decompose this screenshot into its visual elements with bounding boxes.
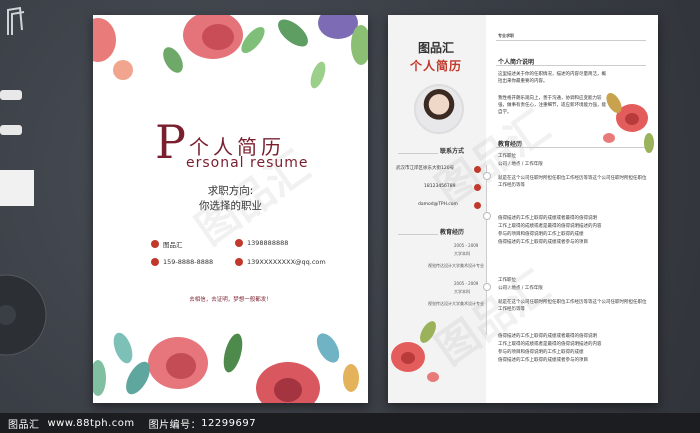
- resume-page: 图品汇 图品汇 图品汇 个人简历 联系方式 武汉市江岸区徐东大街120号 181…: [388, 15, 658, 403]
- job-title: 工作职位: [498, 154, 516, 159]
- title-initial: P: [155, 115, 186, 169]
- business-card: [0, 170, 34, 206]
- top-tag: 专业求职: [498, 33, 514, 38]
- job-company: 公司 / 地点 / 工作年限: [498, 162, 543, 167]
- eraser-icon: [0, 90, 22, 100]
- edu-years: 2005 - 2009: [454, 281, 479, 286]
- eraser-icon: [0, 125, 22, 135]
- timeline-dot: [483, 283, 491, 291]
- footer-url: www.88tph.com: [47, 417, 135, 429]
- contact-email: damod@TPH.com: [418, 202, 458, 207]
- job-company: 公司 / 地点 / 工作年限: [498, 286, 543, 291]
- timeline-dot: [483, 172, 491, 180]
- resume-title: 个人简历: [410, 59, 463, 73]
- info-email: 139XXXXXXXX@qq.com: [235, 258, 326, 266]
- contact-phone: 18123456789: [424, 184, 456, 189]
- desk-props: [0, 6, 47, 356]
- timeline-line: [486, 165, 487, 335]
- binder-clip-icon: [7, 6, 25, 35]
- objective-label: 求职方向:: [207, 185, 254, 197]
- job-desc: 就是在这个公司任职时所担任职位工作经历等等这个公司任职时所担任职位工作经历等等: [498, 300, 647, 313]
- floral-bottom-decoration: [93, 332, 359, 403]
- edu-major: 视觉传达设计大学美术设计专业: [428, 263, 484, 268]
- job-bullet: 值得描述的工作上取得的成绩或者最得的值得说明: [498, 334, 597, 339]
- edu-years: 2005 - 2009: [454, 243, 479, 248]
- job-bullet: 值得描述的工作上取得的成绩或者参与的项目: [498, 358, 588, 363]
- footer-id-label: 图片编号：: [148, 419, 202, 431]
- timeline-dot: [483, 212, 491, 220]
- contact-header: 联系方式: [440, 148, 465, 155]
- divider: [496, 40, 646, 41]
- info-mobile: 159-8888-8888: [151, 258, 213, 266]
- floral-decoration: [603, 93, 654, 153]
- phone-icon: [474, 184, 481, 191]
- divider: [398, 153, 438, 154]
- job-title: 工作职位: [498, 278, 516, 283]
- cover-subtitle: ersonal resume: [186, 155, 309, 171]
- job-bullet: 参与的项目和值得说明的工作上取得的成绩: [498, 350, 584, 355]
- divider: [496, 65, 646, 66]
- job-bullet: 工作上取得的成绩或者是最得的值得说明描述的内容: [498, 224, 602, 229]
- footer-site: 图品汇: [8, 419, 40, 431]
- location-icon: [474, 166, 481, 173]
- edu-school: 大学本科: [454, 251, 470, 256]
- divider: [398, 234, 438, 235]
- email-icon: [474, 202, 481, 209]
- info-name: 图品汇: [151, 239, 183, 249]
- info-phone: 1398888888: [235, 239, 288, 247]
- job-bullet: 值得描述的工作上取得的成绩或者参与的项目: [498, 240, 588, 245]
- education-header: 教育经历: [440, 229, 465, 236]
- mobile-icon: [151, 258, 159, 266]
- phone-icon: [235, 239, 243, 247]
- footer-id-value: 12299697: [201, 417, 257, 429]
- job-desc: 就是在这个公司任职时所担任职位工作经历等等这个公司任职时所担任职位工作经历等等: [498, 176, 647, 189]
- edu-school: 大学本科: [454, 289, 470, 294]
- job-bullet: 工作上取得的成绩或者是最得的值得说明描述的内容: [498, 342, 602, 347]
- email-icon: [235, 258, 243, 266]
- user-icon: [151, 240, 159, 248]
- motto: 去相信，去证明，梦想一般都发！: [189, 297, 272, 303]
- job-bullet: 参与的项目和值得说明的工作上取得的成绩: [498, 232, 584, 237]
- floral-decoration: [391, 321, 439, 382]
- floral-top-decoration: [93, 15, 368, 89]
- cover-page: 图品汇 P 个人简历 ersonal resume 求职方向: 你选择的职业 图…: [93, 15, 368, 403]
- contact-address: 武汉市江岸区徐东大街120号: [396, 166, 455, 171]
- avatar: [414, 84, 464, 134]
- objective-value: 你选择的职业: [199, 200, 262, 212]
- watermark-footer: 图品汇 www.88tph.com 图片编号： 12299697: [0, 413, 700, 433]
- resume-logo: 图品汇: [418, 41, 455, 55]
- job-bullet: 值得描述的工作上取得的成绩或者最得的值得说明: [498, 216, 597, 221]
